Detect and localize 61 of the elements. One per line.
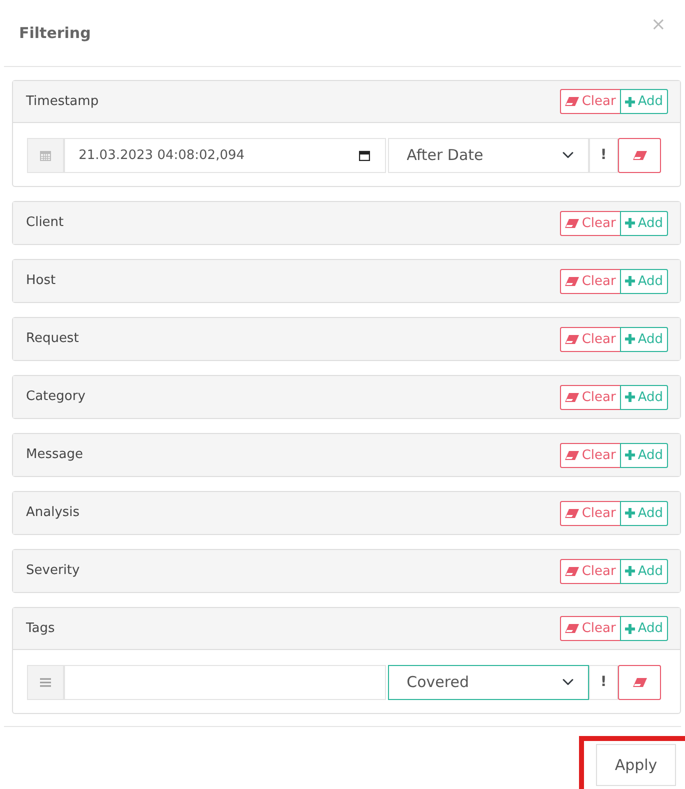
erase-button[interactable] [618, 138, 662, 172]
clear-button[interactable]: Clear [560, 500, 621, 526]
filter-label: Analysis [26, 504, 80, 522]
eraser-icon [564, 97, 579, 106]
filter-label: Host [26, 272, 56, 290]
eraser-icon [564, 624, 579, 633]
clear-button[interactable]: Clear [560, 616, 621, 641]
eraser-icon [564, 392, 579, 402]
date-field[interactable]: 21.03.2023 04:08:02,094 [64, 138, 386, 172]
eraser-icon [632, 150, 647, 160]
close-button[interactable]: × [650, 10, 666, 38]
list-icon [40, 678, 51, 686]
eraser-icon [564, 334, 579, 344]
plus-icon [624, 508, 635, 518]
filter-label: Timestamp [26, 92, 99, 111]
filter-label: Tags [26, 620, 55, 638]
eraser-icon [564, 218, 579, 228]
eraser-icon [564, 566, 579, 576]
plus-icon [624, 450, 635, 460]
filter-label: Category [26, 388, 86, 406]
negate-button[interactable]: ! [588, 138, 618, 172]
clear-button[interactable]: Clear [560, 268, 621, 294]
eraser-icon [564, 276, 579, 286]
eraser-icon [564, 450, 579, 460]
plus-icon [624, 392, 635, 402]
erase-button[interactable] [618, 664, 662, 700]
plus-icon [624, 566, 635, 576]
add-button[interactable]: Add [620, 442, 668, 468]
filter-label: Message [26, 446, 83, 464]
calendar-icon [40, 150, 51, 160]
operator-select[interactable]: After Date [388, 138, 589, 172]
plus-icon [624, 334, 635, 344]
clear-button[interactable]: Clear [560, 326, 621, 352]
eraser-icon [564, 508, 579, 518]
calendar-icon [358, 150, 370, 160]
clear-button[interactable]: Clear [560, 384, 621, 410]
dialog-title: Filtering [19, 22, 91, 44]
filter-label: Severity [26, 562, 80, 580]
value-field[interactable] [64, 664, 386, 700]
add-button[interactable]: Add [620, 210, 668, 236]
add-button[interactable]: Add [620, 89, 668, 114]
operator-select[interactable]: Covered [388, 664, 589, 700]
clear-button[interactable]: Clear [560, 89, 621, 114]
clear-button[interactable]: Clear [560, 558, 621, 584]
add-button[interactable]: Add [620, 326, 668, 352]
negate-button[interactable]: ! [588, 664, 618, 700]
add-button[interactable]: Add [620, 558, 668, 584]
add-button[interactable]: Add [620, 268, 668, 294]
add-button[interactable]: Add [620, 384, 668, 410]
filter-label: Client [26, 214, 64, 232]
clear-button[interactable]: Clear [560, 442, 621, 468]
plus-icon [624, 96, 635, 106]
add-button[interactable]: Add [620, 616, 668, 641]
apply-button[interactable]: Apply [596, 744, 676, 786]
plus-icon [624, 218, 635, 228]
clear-button[interactable]: Clear [560, 210, 621, 236]
plus-icon [624, 276, 635, 286]
plus-icon [624, 624, 635, 634]
filter-label: Request [26, 330, 79, 348]
add-button[interactable]: Add [620, 500, 668, 526]
eraser-icon [632, 678, 647, 686]
